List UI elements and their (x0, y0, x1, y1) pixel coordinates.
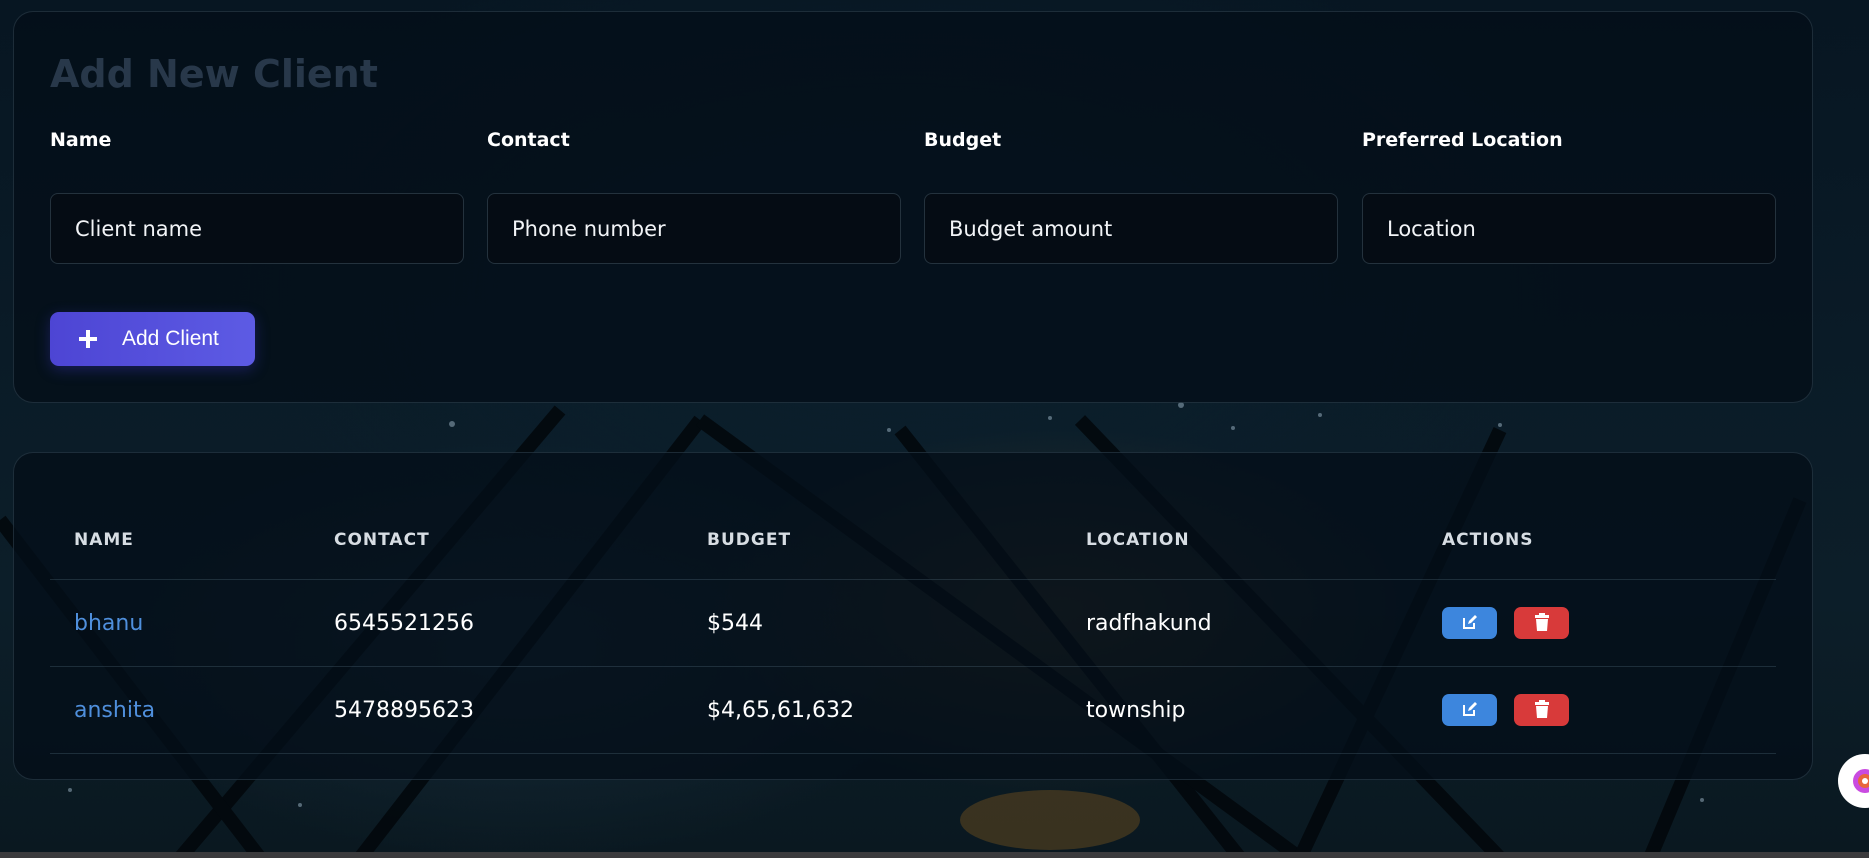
add-client-button[interactable]: Add Client (50, 312, 255, 366)
edit-button[interactable] (1442, 694, 1497, 726)
client-location: township (1062, 666, 1418, 754)
edit-icon (1461, 613, 1479, 634)
bottom-edge-bar (0, 852, 1869, 858)
plus-icon (78, 329, 98, 349)
header-budget: BUDGET (683, 501, 1062, 580)
row-actions (1418, 666, 1776, 754)
client-name-link[interactable]: anshita (50, 666, 310, 754)
clients-table-panel: NAME CONTACT BUDGET LOCATION ACTIONS bha… (13, 452, 1813, 780)
add-client-label: Add Client (122, 327, 219, 350)
delete-button[interactable] (1514, 607, 1569, 639)
trash-icon (1534, 699, 1550, 721)
add-client-form: Add New Client Name Contact Budget Prefe… (13, 11, 1813, 403)
phone-number-input[interactable] (487, 193, 901, 264)
location-label: Preferred Location (1362, 129, 1563, 151)
name-label: Name (50, 129, 112, 151)
preferred-location-input[interactable] (1362, 193, 1776, 264)
header-contact: CONTACT (310, 501, 683, 580)
form-title: Add New Client (50, 52, 378, 96)
client-contact: 6545521256 (310, 579, 683, 667)
table-row: anshita 5478895623 $4,65,61,632 township (50, 666, 1776, 754)
header-name: NAME (50, 501, 310, 580)
table-row: bhanu 6545521256 $544 radfhakund (50, 579, 1776, 667)
budget-amount-input[interactable] (924, 193, 1338, 264)
table-header-row: NAME CONTACT BUDGET LOCATION ACTIONS (50, 501, 1776, 580)
contact-field: Contact (487, 129, 901, 169)
budget-field: Budget (924, 129, 1338, 169)
trash-icon (1534, 612, 1550, 634)
contact-label: Contact (487, 129, 570, 151)
clients-table: NAME CONTACT BUDGET LOCATION ACTIONS bha… (50, 501, 1776, 754)
header-location: LOCATION (1062, 501, 1418, 580)
client-location: radfhakund (1062, 579, 1418, 667)
header-actions: ACTIONS (1418, 501, 1776, 580)
edit-button[interactable] (1442, 607, 1497, 639)
client-name-link[interactable]: bhanu (50, 579, 310, 667)
client-name-input[interactable] (50, 193, 464, 264)
delete-button[interactable] (1514, 694, 1569, 726)
location-field: Preferred Location (1362, 129, 1776, 169)
client-contact: 5478895623 (310, 666, 683, 754)
client-budget: $544 (683, 579, 1062, 667)
client-budget: $4,65,61,632 (683, 666, 1062, 754)
budget-label: Budget (924, 129, 1002, 151)
edit-icon (1461, 700, 1479, 721)
name-field: Name (50, 129, 464, 169)
row-actions (1418, 579, 1776, 667)
